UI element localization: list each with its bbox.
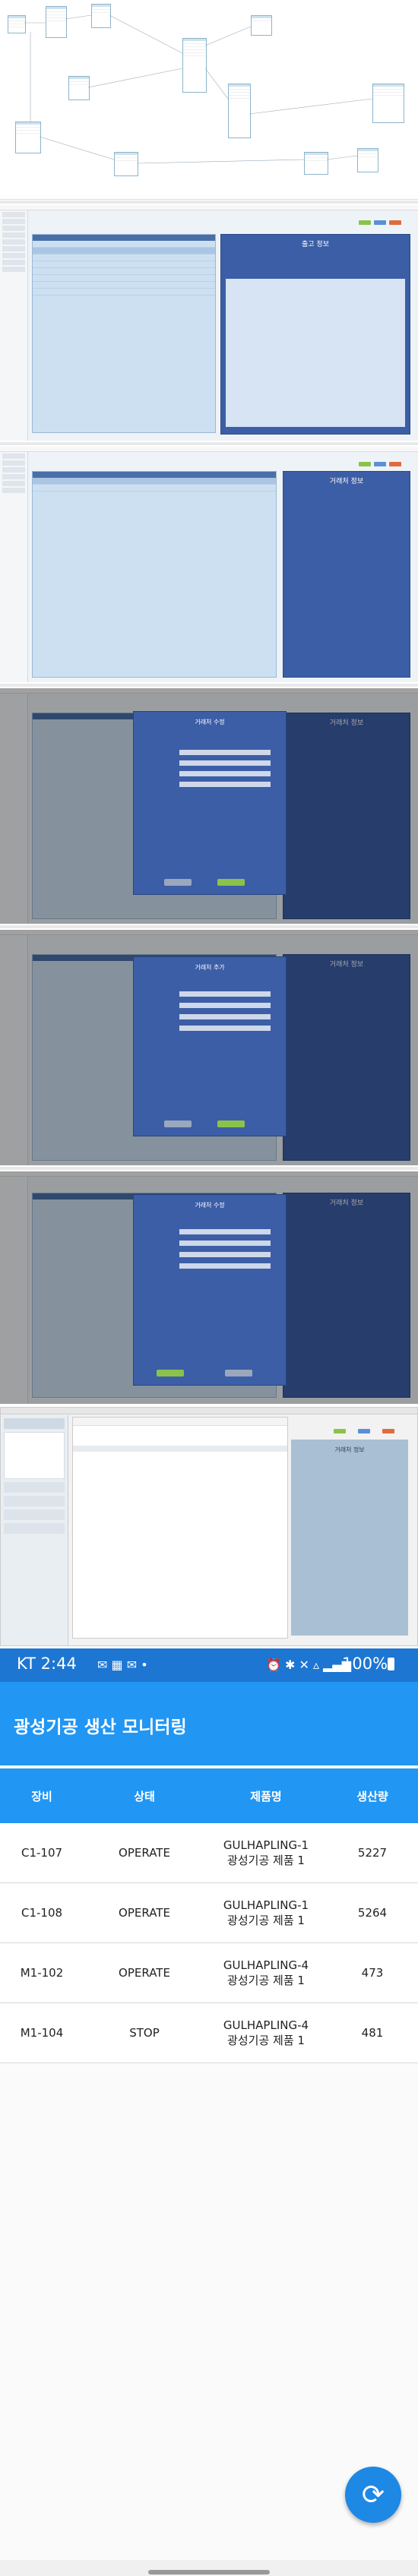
cancel-button[interactable] [164,1120,192,1127]
client-info-panel: 거래처 정보 [283,471,410,678]
cancel-button[interactable] [164,879,192,886]
cell-equip: M1-104 [20,2026,64,2040]
client-grid-window [72,1417,288,1639]
product-code: GULHAPLING-1 [223,1898,309,1912]
cell-equip: M1-102 [20,1966,64,1980]
diagram-screenshot [0,0,418,200]
app-title: 광성기공 생산 모니터링 [14,1718,187,1737]
product-name: 광성기공 제품 1 [227,1973,305,1987]
column-header-equip: 장비 [31,1789,52,1803]
cell-equip: C1-107 [21,1846,63,1860]
status-bar: KT 2:44 ✉ ▦ ✉ • ⏰ ✱ ✕ ▵ ▂▄▆ 100% [0,1648,418,1682]
save-button[interactable] [217,1120,245,1127]
client-edit-screenshot: 거래처 정보 거래처 수정 [0,688,418,924]
dialog-title: 거래처 수정 [195,719,225,725]
save-button[interactable] [157,1370,184,1377]
panel-title: 거래처 정보 [329,478,364,485]
shipment-grid [32,234,216,433]
client-edit2-screenshot: 거래처 정보 거래처 수정 [0,1171,418,1404]
client-window-screenshot: 거래처 정보 [0,1407,418,1646]
cell-qty: 5227 [357,1846,388,1860]
product-code: GULHAPLING-1 [223,1838,309,1852]
table-row: C1-108 OPERATE GULHAPLING-1 광성기공 제품 1 52… [0,1883,418,1943]
cell-qty: 5264 [357,1906,388,1920]
product-code: GULHAPLING-4 [223,1958,309,1972]
cancel-button[interactable] [225,1370,252,1377]
table-row: C1-107 OPERATE GULHAPLING-1 광성기공 제품 1 52… [0,1823,418,1883]
cell-product: GULHAPLING-4 광성기공 제품 1 [205,2003,327,2062]
panel-title: 거래처 정보 [334,1446,365,1453]
dialog-title: 거래처 추가 [195,964,225,971]
cell-state: OPERATE [119,1966,170,1980]
refresh-button[interactable]: ⟳ [345,2467,401,2523]
cell-qty: 481 [361,2026,384,2040]
notification-icons: ✉ ▦ ✉ • [97,1658,148,1672]
home-indicator[interactable] [148,2570,270,2574]
column-header-state: 상태 [134,1789,155,1803]
mobile-app: KT 2:44 ✉ ▦ ✉ • ⏰ ✱ ✕ ▵ ▂▄▆ 100% 광성기공 생산… [0,1648,418,2576]
save-button[interactable] [217,879,245,886]
table-header: 장비 상태 제품명 생산량 [0,1768,418,1823]
cell-product: GULHAPLING-1 광성기공 제품 1 [205,1883,327,1942]
cell-product: GULHAPLING-1 광성기공 제품 1 [205,1823,327,1882]
client-screenshot: 거래처 정보 [0,447,418,682]
cell-qty: 473 [361,1966,384,1980]
client-grid [32,471,277,678]
cell-state: OPERATE [119,1846,170,1860]
dialog-title: 거래처 수정 [195,1202,225,1209]
cell-equip: C1-108 [21,1906,63,1920]
column-header-product: 제품명 [250,1789,282,1803]
edit-dialog-2: 거래처 수정 [133,1194,287,1386]
cell-product: GULHAPLING-4 광성기공 제품 1 [205,1943,327,2002]
edit-dialog: 거래처 수정 [133,711,287,895]
shipment-screenshot: 출고 정보 [0,205,418,441]
status-time: KT 2:44 [17,1655,77,1673]
shipment-info-panel: 출고 정보 [220,234,410,435]
product-code: GULHAPLING-4 [223,2018,309,2032]
system-icons: ⏰ ✱ ✕ ▵ ▂▄▆ [266,1658,352,1672]
table-row: M1-104 STOP GULHAPLING-4 광성기공 제품 1 481 [0,2003,418,2063]
product-name: 광성기공 제품 1 [227,1913,305,1927]
product-name: 광성기공 제품 1 [227,1853,305,1867]
battery-text: 100% [342,1655,388,1673]
add-dialog: 거래처 추가 [133,956,287,1136]
diagram-connectors [24,14,373,164]
app-bar: 광성기공 생산 모니터링 [0,1682,418,1765]
product-name: 광성기공 제품 1 [227,2033,305,2047]
cell-state: OPERATE [119,1906,170,1920]
table-row: M1-102 OPERATE GULHAPLING-4 광성기공 제품 1 47… [0,1943,418,2003]
client-info-window: 거래처 정보 [291,1440,408,1636]
refresh-icon: ⟳ [361,2479,385,2511]
panel-title: 출고 정보 [302,241,329,248]
cell-state: STOP [129,2026,160,2040]
client-add-screenshot: 거래처 정보 거래처 추가 [0,930,418,1165]
battery-icon [388,1658,394,1670]
nav-sidebar [1,1415,68,1645]
column-header-qty: 생산량 [356,1789,388,1803]
